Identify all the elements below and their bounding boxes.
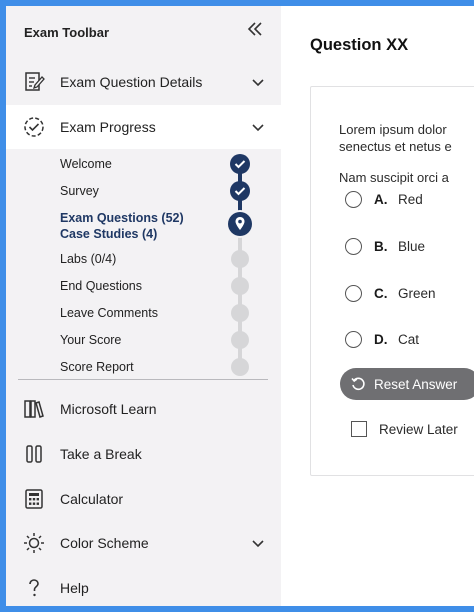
step-pending-dot	[231, 358, 249, 376]
question-panel: Question XX Lorem ipsum dolor senectus e…	[281, 6, 474, 606]
chevron-down-icon	[252, 79, 264, 87]
option-letter: C.	[374, 285, 388, 301]
progress-step-label-secondary: Case Studies (4)	[60, 227, 158, 241]
dashed-circle-check-icon	[23, 115, 45, 139]
reset-answer-label: Reset Answer	[374, 376, 458, 392]
radio-button[interactable]	[345, 190, 362, 208]
sidebar-item-label: Calculator	[60, 491, 124, 507]
progress-step-end-questions[interactable]: End Questions	[60, 279, 142, 293]
collapse-sidebar-button[interactable]	[244, 20, 266, 42]
option-text: Cat	[398, 331, 420, 347]
step-pending-dot	[231, 250, 249, 268]
question-prompt: Nam suscipit orci a	[339, 170, 449, 185]
sidebar-item-label: Microsoft Learn	[60, 401, 157, 417]
exam-window: Exam Toolbar Exam Question Details Exam …	[6, 6, 474, 606]
question-text: Lorem ipsum dolor	[339, 122, 447, 137]
sidebar-item-label: Exam Progress	[60, 119, 156, 135]
option-letter: D.	[374, 331, 388, 347]
option-text: Blue	[398, 238, 426, 254]
review-later-checkbox[interactable]: Review Later	[351, 421, 458, 437]
sidebar-item-color-scheme[interactable]: Color Scheme	[6, 521, 281, 565]
sidebar-item-help[interactable]: Help	[6, 566, 281, 606]
answer-option-b[interactable]: B. Blue	[345, 235, 425, 257]
sidebar-item-microsoft-learn[interactable]: Microsoft Learn	[6, 387, 281, 431]
option-text: Green	[398, 285, 436, 301]
sun-icon	[23, 531, 45, 555]
progress-step-welcome[interactable]: Welcome	[60, 157, 112, 171]
calculator-icon	[23, 487, 45, 511]
progress-step-score-report[interactable]: Score Report	[60, 360, 134, 374]
sidebar-item-exam-question-details[interactable]: Exam Question Details	[6, 60, 281, 104]
option-letter: B.	[374, 238, 388, 254]
reset-icon	[351, 377, 365, 391]
progress-step-your-score[interactable]: Your Score	[60, 333, 121, 347]
question-icon	[23, 576, 45, 600]
chevron-down-icon	[252, 124, 264, 132]
answer-option-d[interactable]: D. Cat	[345, 328, 419, 350]
current-step-marker-icon	[228, 212, 252, 236]
step-pending-dot	[231, 277, 249, 295]
answer-option-a[interactable]: A. Red	[345, 188, 423, 210]
progress-step-exam-questions[interactable]: Exam Questions (52) Case Studies (4)	[60, 210, 184, 242]
progress-step-labs[interactable]: Labs (0/4)	[60, 252, 116, 266]
sidebar-title: Exam Toolbar	[24, 25, 110, 40]
step-pending-dot	[231, 331, 249, 349]
book-icon	[23, 397, 45, 421]
option-letter: A.	[374, 191, 388, 207]
option-text: Red	[398, 191, 423, 207]
answer-option-c[interactable]: C. Green	[345, 282, 436, 304]
radio-button[interactable]	[345, 284, 362, 302]
step-complete-check-icon	[230, 154, 250, 174]
exam-toolbar-sidebar: Exam Toolbar Exam Question Details Exam …	[6, 6, 281, 606]
reset-answer-button[interactable]: Reset Answer	[340, 368, 474, 400]
double-chevron-left-icon	[247, 22, 262, 36]
sidebar-divider	[18, 379, 268, 380]
pause-icon	[23, 442, 45, 466]
chevron-down-icon	[252, 540, 264, 548]
checkbox[interactable]	[351, 421, 367, 437]
sidebar-item-label: Exam Question Details	[60, 74, 203, 90]
question-title: Question XX	[310, 36, 409, 54]
sidebar-item-label: Color Scheme	[60, 535, 149, 551]
progress-step-label: Exam Questions (52)	[60, 211, 184, 225]
radio-button[interactable]	[345, 330, 362, 348]
progress-step-survey[interactable]: Survey	[60, 184, 99, 198]
sidebar-item-label: Help	[60, 580, 89, 596]
step-pending-dot	[231, 304, 249, 322]
radio-button[interactable]	[345, 237, 362, 255]
review-later-label: Review Later	[379, 421, 458, 437]
sidebar-item-calculator[interactable]: Calculator	[6, 477, 281, 521]
sidebar-item-exam-progress[interactable]: Exam Progress	[6, 105, 281, 149]
document-edit-icon	[23, 70, 45, 94]
step-complete-check-icon	[230, 181, 250, 201]
progress-step-leave-comments[interactable]: Leave Comments	[60, 306, 158, 320]
question-text: senectus et netus e	[339, 139, 452, 154]
sidebar-item-take-a-break[interactable]: Take a Break	[6, 432, 281, 476]
sidebar-item-label: Take a Break	[60, 446, 142, 462]
